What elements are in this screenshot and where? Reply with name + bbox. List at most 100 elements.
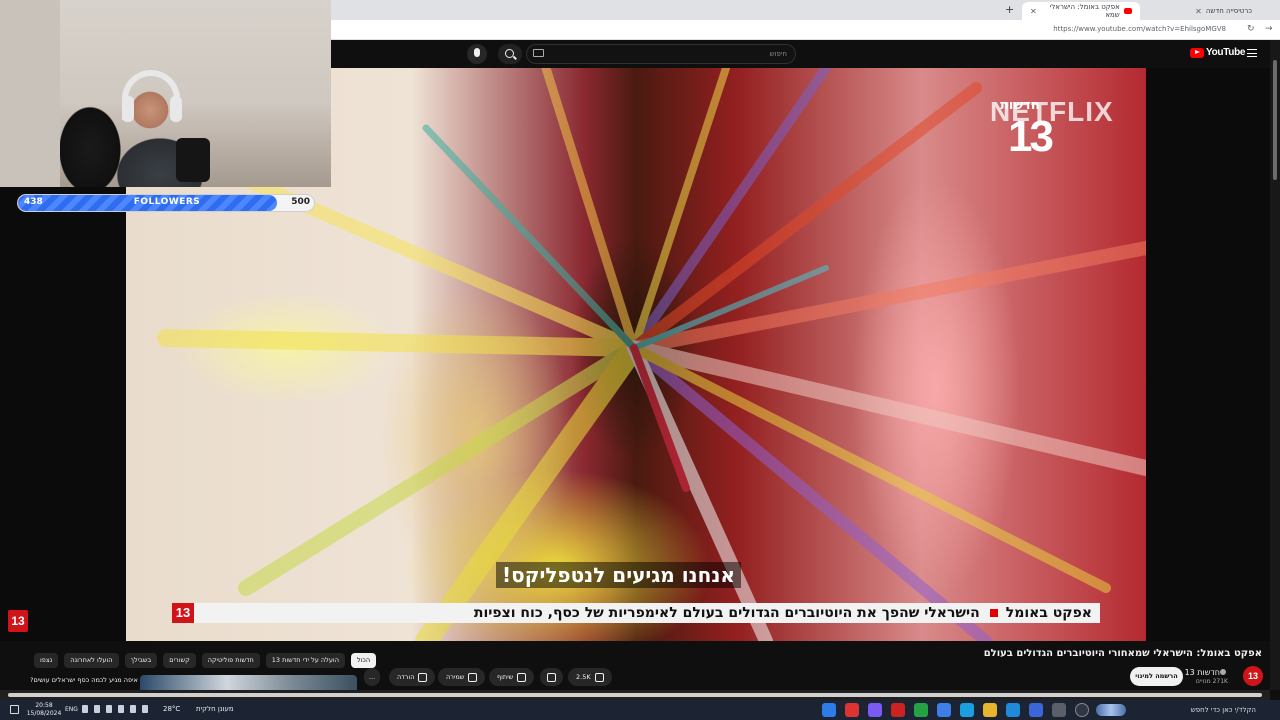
youtube-favicon-icon [1123, 8, 1132, 14]
followers-goal: 500 [291, 197, 310, 207]
channel-avatar[interactable]: 13 [1243, 666, 1263, 686]
address-bar-url[interactable]: https://www.youtube.com/watch?v=EhilsgoM… [1053, 25, 1226, 33]
weather-description[interactable]: מעונן חלקית [196, 705, 234, 713]
chip-for-you[interactable]: בשבילך [124, 653, 158, 668]
video-title: אפקט באומל: הישראלי שמאחורי היוטיוברים ה… [983, 648, 1262, 659]
news13-logo-number: 13 [1008, 112, 1054, 161]
like-button[interactable]: 2.5K [568, 668, 612, 686]
weather-temperature[interactable]: 28°C [163, 705, 180, 713]
news-ticker: אפקט באומל הישראלי שהפך את היוטיוברים הג… [172, 603, 1100, 623]
windows-taskbar: 20:58 15/08/2024 ENG 28°C מעונן חלקית הק… [0, 700, 1280, 720]
reload-icon[interactable]: ↻ [1247, 24, 1255, 34]
taskbar-widget-image[interactable] [1096, 704, 1126, 716]
whatsapp-icon[interactable] [914, 703, 928, 717]
save-button[interactable]: שמירה [438, 668, 486, 686]
app-icon-2[interactable] [845, 703, 859, 717]
menu-icon[interactable] [1247, 49, 1257, 57]
news13-watermark-logo: NETFLIX חדשות 13 [990, 96, 1113, 168]
keyboard-icon[interactable] [533, 49, 544, 57]
language-indicator[interactable]: ENG [65, 706, 78, 713]
download-button[interactable]: הורדה [389, 668, 436, 686]
tab-title: אפקט באומל: הישראלי שמא [1049, 3, 1120, 19]
speaker-icon[interactable] [82, 705, 88, 713]
network-icon[interactable] [94, 705, 100, 713]
webcam-background-wall [0, 0, 60, 187]
voice-search-button[interactable] [467, 44, 487, 64]
download-icon [418, 672, 428, 682]
more-actions-button[interactable]: ... [364, 668, 381, 686]
subscriber-count: 271K מנויים [1195, 678, 1228, 685]
chip-related[interactable]: קשורים [163, 653, 196, 668]
app-icon-6[interactable] [937, 703, 951, 717]
news13-logo-word: חדשות [1000, 98, 1040, 113]
edge-browser-icon[interactable] [1006, 703, 1020, 717]
battery-icon[interactable] [130, 705, 136, 713]
subscribe-button[interactable]: הרשמה למינוי [1130, 667, 1183, 686]
followers-label: FOLLOWERS [133, 197, 201, 207]
tab-new-tab[interactable]: כרטיסייה חדשה ✕ [1142, 2, 1260, 20]
verified-icon [1220, 669, 1226, 675]
video-subtitle: אנחנו מגיעים לנטפליקס! [496, 562, 741, 588]
ticker-tag: אפקט באומל [1005, 605, 1092, 621]
chip-all[interactable]: הכול [350, 653, 377, 668]
chip-uploaded-by[interactable]: הועלה על ידי חדשות 13 [265, 653, 345, 668]
clock-date: 15/08/2024 [26, 710, 62, 717]
channel-name[interactable]: חדשות 13 [1185, 668, 1228, 677]
horizontal-scroll-thumb[interactable] [8, 693, 1262, 697]
chip-politics-news[interactable]: חדשות פוליטיקה [201, 653, 260, 668]
headset-left-cup [122, 96, 134, 122]
vertical-scroll-thumb[interactable] [1273, 60, 1277, 180]
save-label: שמירה [446, 673, 465, 681]
video-info-area: אפקט באומל: הישראלי שמאחורי היוטיוברים ה… [0, 641, 1270, 690]
share-button[interactable]: שיתוף [489, 668, 535, 686]
webcam-overlay [0, 0, 331, 187]
recommended-video-title[interactable]: איפה מגיע לכמה כסף ישראלים עושים? [30, 676, 138, 684]
tray-overflow-icon[interactable] [142, 705, 148, 713]
cloud-icon[interactable] [118, 705, 124, 713]
close-tab-icon[interactable]: ✕ [1030, 7, 1037, 16]
corner-channel-logo: 13 [8, 610, 28, 632]
youtube-play-icon [1190, 47, 1204, 58]
bookmark-icon [468, 672, 478, 682]
download-label: הורדה [397, 673, 415, 681]
search-button[interactable] [498, 44, 522, 64]
clock-time: 20:58 [35, 702, 53, 709]
followers-goal-bar: 438 FOLLOWERS 500 [17, 194, 315, 212]
microphone-tray-icon[interactable] [106, 705, 112, 713]
task-view-icon[interactable] [1052, 703, 1066, 717]
app-icon-4[interactable] [891, 703, 905, 717]
taskbar-clock[interactable]: 20:58 15/08/2024 [26, 702, 62, 718]
close-tab-icon[interactable]: ✕ [1195, 7, 1202, 16]
chip-watched[interactable]: נצפו [34, 653, 59, 668]
youtube-logo[interactable]: YouTube [1190, 47, 1246, 58]
back-arrow-icon[interactable]: → [1265, 24, 1273, 34]
page-horizontal-scrollbar[interactable] [0, 690, 1270, 700]
chip-recently-uploaded[interactable]: הועלו לאחרונה [64, 653, 119, 668]
app-icon-3[interactable] [868, 703, 882, 717]
search-icon [505, 49, 514, 58]
share-label: שיתוף [497, 673, 514, 681]
microphone-icon [474, 48, 480, 57]
dislike-button[interactable] [540, 668, 563, 686]
search-input[interactable] [551, 47, 787, 61]
file-explorer-icon[interactable] [983, 703, 997, 717]
app-icon-7[interactable] [960, 703, 974, 717]
page-vertical-scrollbar[interactable] [1270, 40, 1280, 690]
ticker-channel-logo: 13 [172, 603, 194, 623]
cortana-icon[interactable] [1075, 703, 1089, 717]
ticker-red-square-icon [989, 609, 998, 617]
notifications-icon[interactable] [10, 705, 19, 714]
recommended-video-thumbnail[interactable] [140, 675, 357, 690]
taskbar-pinned-apps [822, 703, 1089, 717]
thumbs-down-icon [547, 672, 556, 682]
new-tab-icon[interactable]: + [1005, 3, 1014, 16]
tab-active-video[interactable]: אפקט באומל: הישראלי שמא ✕ [1022, 2, 1140, 20]
share-icon [517, 672, 527, 682]
system-tray-icons [82, 705, 148, 713]
taskbar-search-box[interactable]: הקלד/י כאן כדי לחפש [1126, 703, 1256, 717]
headset-right-cup [170, 96, 182, 122]
channel-name-text: חדשות 13 [1184, 668, 1220, 677]
app-icon-1[interactable] [822, 703, 836, 717]
ticker-text: הישראלי שהפך את היוטיוברים הגדולים בעולם… [473, 605, 980, 621]
app-icon-10[interactable] [1029, 703, 1043, 717]
